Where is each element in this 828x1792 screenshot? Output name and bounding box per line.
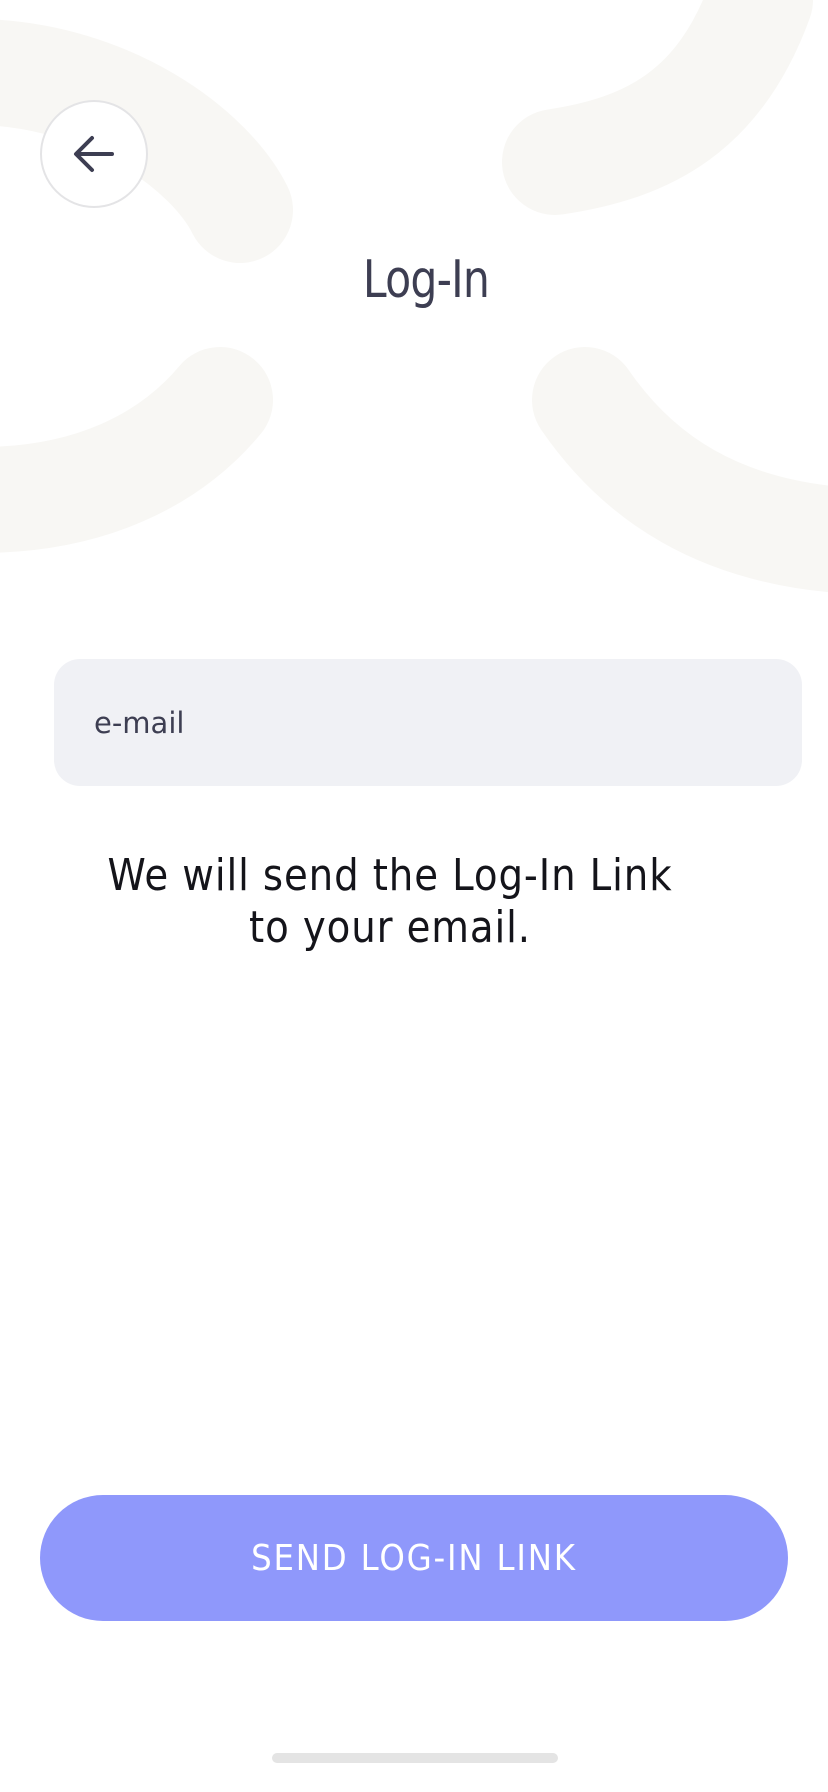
background-decoration — [0, 0, 828, 593]
send-button-label: SEND LOG-IN LINK — [251, 1537, 577, 1579]
email-field[interactable] — [54, 659, 802, 786]
decor-arc-top-right — [502, 0, 813, 215]
decor-arc-mid-right — [532, 347, 828, 593]
page-title: Log-In — [362, 250, 490, 310]
home-indicator — [272, 1753, 558, 1763]
arrow-left-icon — [74, 136, 114, 172]
helper-text: We will send the Log-In Link to your ema… — [107, 850, 673, 953]
decor-arc-mid-left — [0, 347, 273, 553]
send-login-link-button[interactable]: SEND LOG-IN LINK — [40, 1495, 788, 1621]
email-input[interactable] — [54, 659, 802, 786]
back-button[interactable] — [40, 100, 148, 208]
